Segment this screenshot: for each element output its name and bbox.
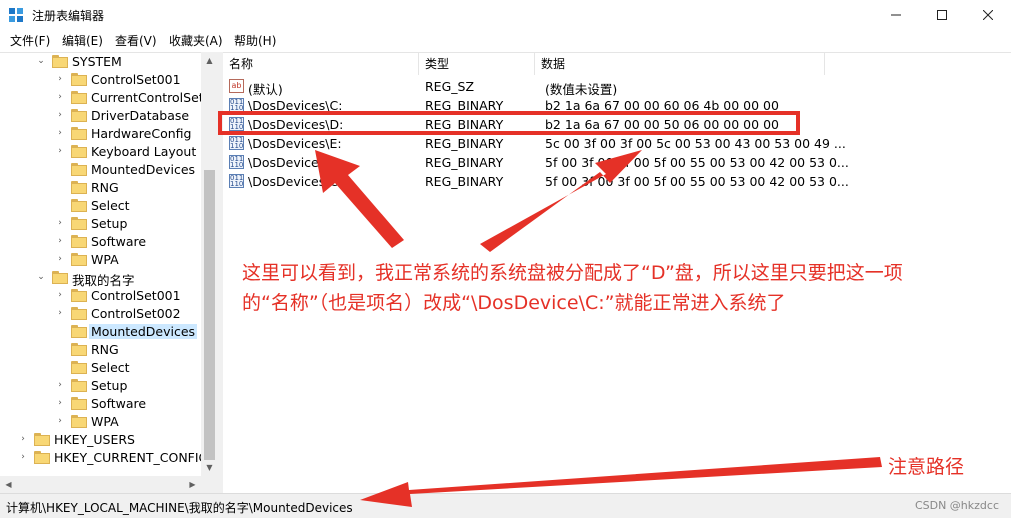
annotation-line-1: 这里可以看到，我正常系统的系统盘被分配成了“D”盘，所以这里只要把这一项	[242, 262, 903, 284]
annotation-path-note: 注意路径	[888, 456, 965, 478]
highlight-box	[218, 111, 800, 135]
arrow-to-status	[360, 457, 882, 507]
arrow-to-name	[315, 150, 404, 248]
annotation-line-2: 的“名称”（也是项名）改成“\DosDevice\C:”就能正常进入系统了	[242, 292, 786, 314]
arrow-to-data	[480, 150, 642, 252]
